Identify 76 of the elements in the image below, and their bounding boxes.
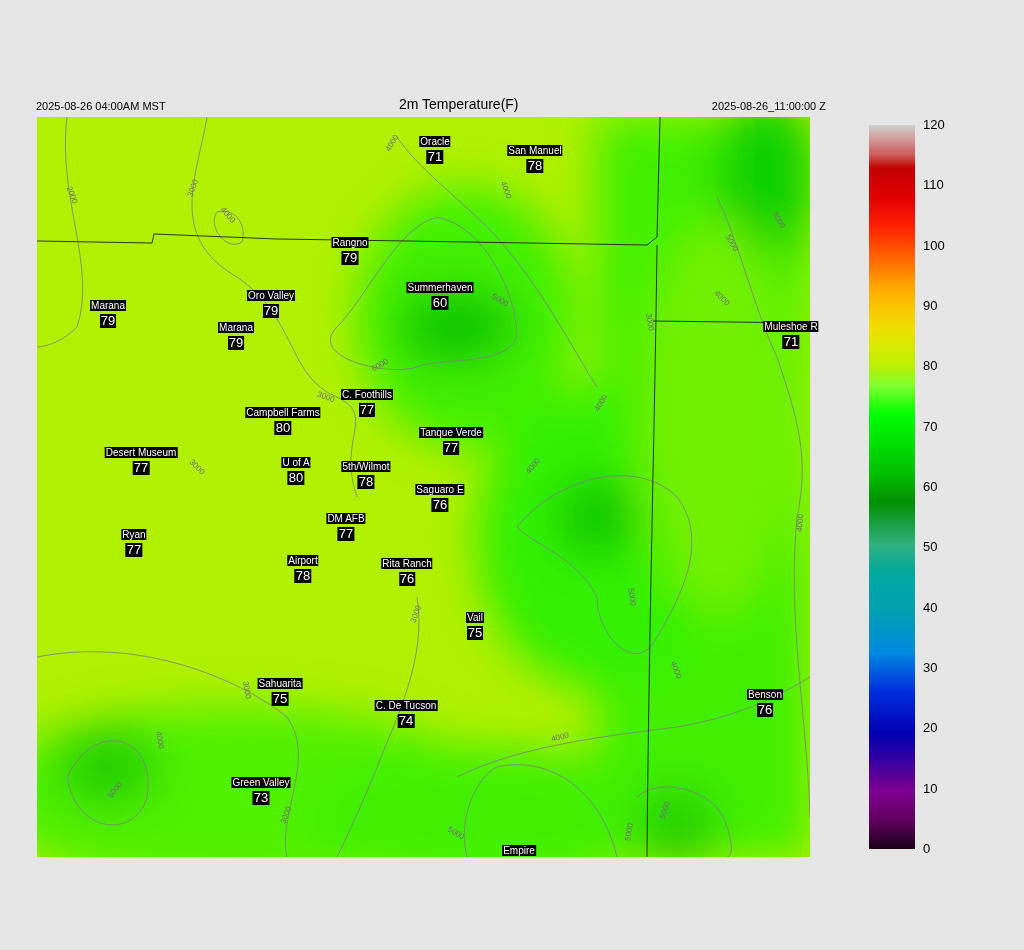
station-name: Oro Valley	[247, 290, 295, 301]
colorbar-tick: 100	[923, 238, 945, 253]
temperature-value: 77	[125, 543, 143, 557]
temperature-value: 78	[294, 569, 312, 583]
station-name: Ryan	[121, 529, 147, 540]
station-name: Marana	[218, 322, 254, 333]
contour-label: 6000	[370, 356, 390, 374]
temperature-value: 77	[132, 461, 150, 475]
station-name: Marana	[90, 300, 126, 311]
colorbar-tick: 20	[923, 721, 939, 736]
station-name: C. Foothills	[341, 389, 393, 400]
temperature-value: 78	[526, 159, 544, 173]
contour-label: 4000	[498, 180, 514, 200]
contour-label: 4000	[668, 660, 684, 680]
station-name: Saguaro E	[415, 484, 465, 495]
contour-label: 5000	[490, 291, 510, 309]
colorbar-tick: 70	[923, 419, 939, 434]
contour-label: 3000	[316, 389, 336, 405]
station-name: Desert Museum	[104, 447, 178, 458]
contour-label: 3000	[644, 312, 656, 332]
temperature-value: 60	[431, 296, 449, 310]
station-name: Oracle	[419, 136, 451, 147]
contour-label: 3000	[408, 604, 424, 624]
contour-label: 5000	[446, 824, 466, 842]
station-name: Muleshoe R	[763, 321, 819, 332]
contour-label: 4000	[154, 730, 166, 750]
temperature-value: 71	[426, 150, 444, 164]
station-name: Vail	[466, 612, 484, 623]
temperature-value: 80	[287, 471, 305, 485]
colorbar-tick: 40	[923, 600, 939, 615]
temperature-value: 78	[357, 475, 375, 489]
station-name: Rita Ranch	[381, 558, 433, 569]
station-name: 5th/Wilmot	[341, 461, 391, 472]
colorbar-tick: 110	[923, 178, 945, 193]
contour-label: 4000	[550, 730, 570, 744]
temperature-value: 73	[252, 791, 270, 805]
temperature-value: 76	[431, 498, 449, 512]
station-name: U of A	[281, 457, 311, 468]
contour-label: 2000	[64, 185, 80, 205]
station-name: Rangno	[331, 237, 369, 248]
contour-label: 4000	[794, 513, 806, 533]
valid-time: 2025-08-26 04:00AM MST	[36, 100, 166, 112]
temperature-value: 77	[358, 403, 376, 417]
colorbar-tick: 30	[923, 660, 939, 675]
station-name: Campbell Farms	[245, 407, 321, 418]
station-name: Summerhaven	[406, 282, 474, 293]
temperature-value: 74	[397, 714, 415, 728]
colorbar-tick: 90	[923, 299, 939, 313]
temperature-value: 79	[341, 251, 359, 265]
contour-label: 3000	[185, 178, 201, 198]
temperature-value: 80	[274, 421, 292, 435]
colorbar-tick: 0	[923, 841, 932, 856]
station-name: San Manuel	[507, 145, 563, 156]
temperature-value: 75	[271, 692, 289, 706]
contour-label: 3000	[278, 805, 294, 825]
contour-label: 5000	[657, 800, 673, 820]
station-name: C. De Tucson	[374, 700, 438, 711]
temperature-value: 77	[337, 527, 355, 541]
contour-label: 5000	[626, 587, 638, 607]
colorbar-tick: 80	[923, 359, 939, 374]
model-time: 2025-08-26_11:00:00 Z	[711, 100, 826, 112]
colorbar-tick: 120	[923, 118, 945, 132]
temperature-value: 71	[782, 335, 800, 349]
contour-label: 3000	[241, 680, 253, 700]
colorbar-tick: 50	[923, 540, 939, 555]
station-name: Airport	[287, 555, 319, 566]
station-name: Sahuarita	[257, 678, 303, 689]
colorbar-tick: 60	[923, 479, 939, 494]
station-name: Green Valley	[231, 777, 291, 788]
chart-title: 2m Temperature(F)	[398, 96, 519, 112]
contour-label: 5000	[623, 822, 635, 842]
station-name: Benson	[747, 689, 783, 700]
station-name: DM AFB	[326, 513, 366, 524]
colorbar-tick: 10	[923, 781, 939, 796]
station-name: Tanque Verde	[419, 427, 483, 438]
station-name: Empire	[502, 845, 536, 856]
